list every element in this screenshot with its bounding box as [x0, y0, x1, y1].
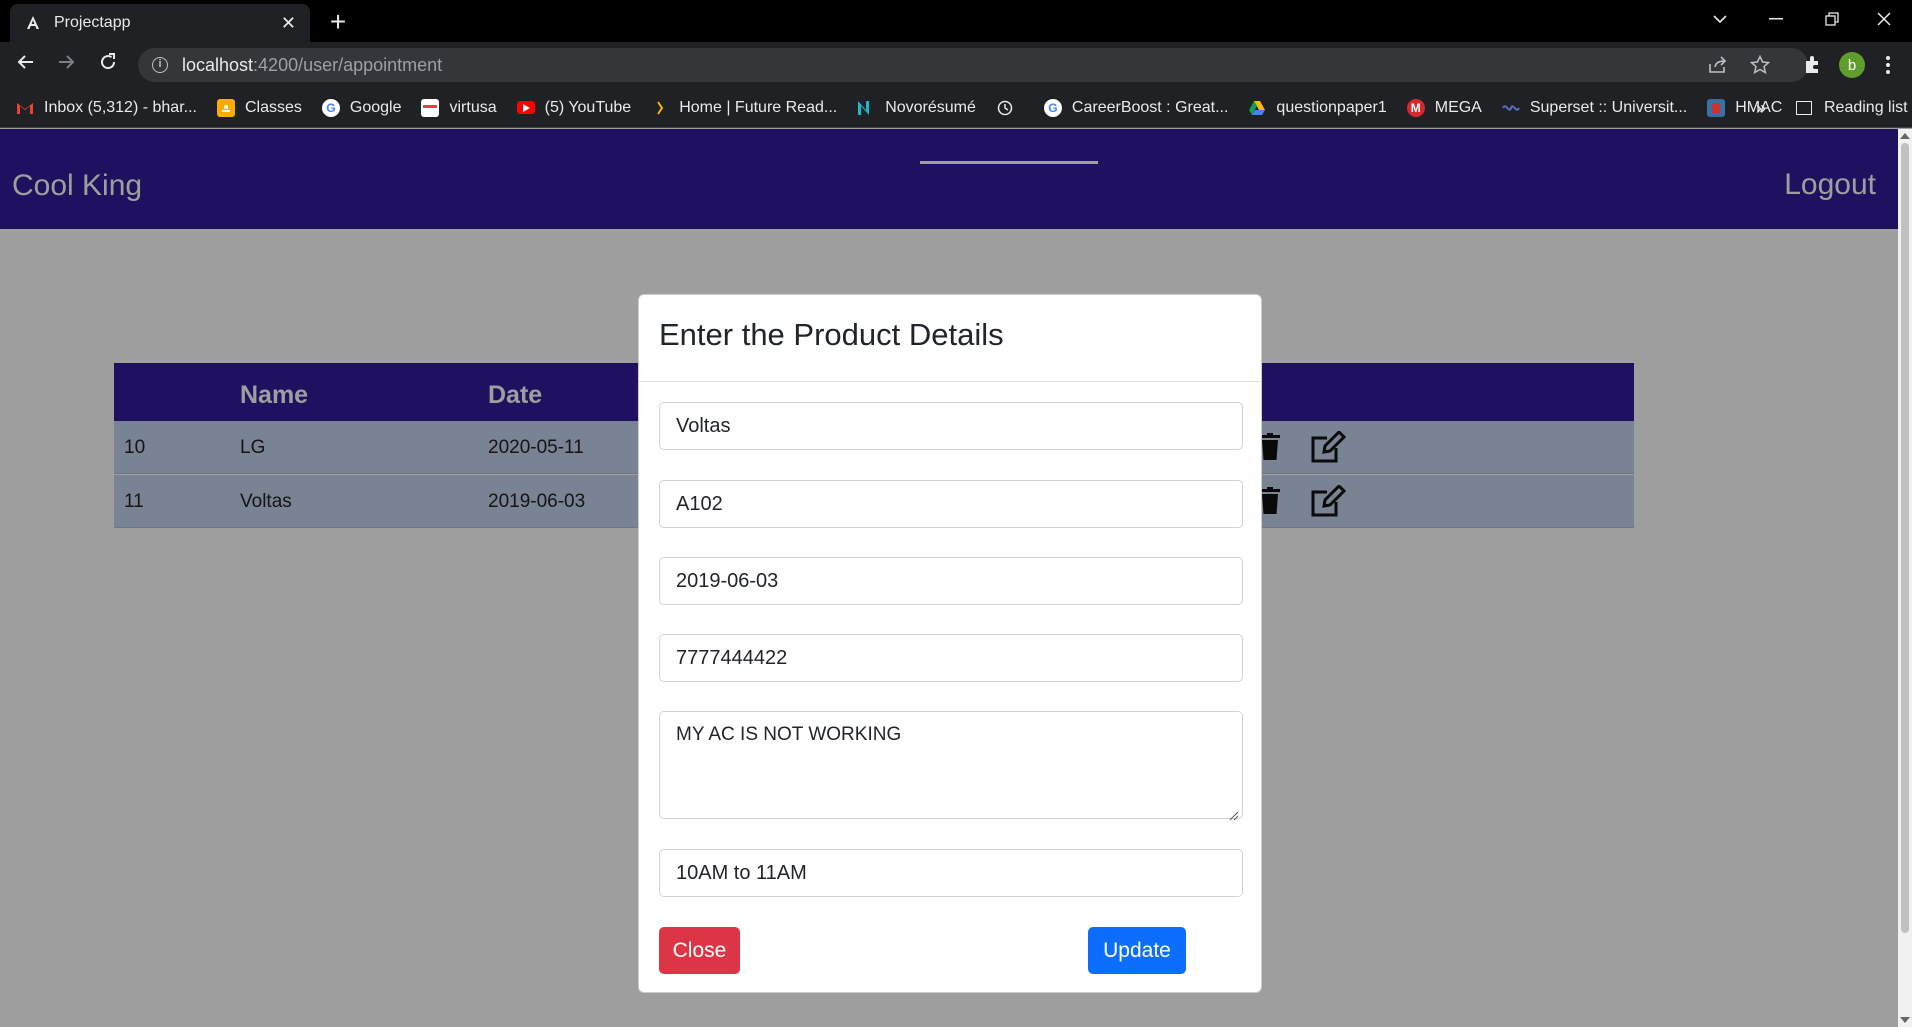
bookmark-future-ready[interactable]: Home | Future Read...	[651, 99, 837, 117]
history-icon	[996, 99, 1014, 117]
bookmark-google[interactable]: G Google	[321, 98, 401, 117]
browser-tabstrip: Projectapp ✕ +	[0, 0, 1912, 42]
forward-icon[interactable]	[52, 51, 80, 79]
reload-icon[interactable]	[94, 51, 122, 79]
product-name-input[interactable]: Voltas	[659, 402, 1243, 450]
browser-menu-icon[interactable]	[1878, 51, 1898, 79]
back-icon[interactable]	[12, 51, 40, 79]
youtube-icon	[516, 101, 535, 114]
drive-icon	[1248, 99, 1266, 117]
address-bar[interactable]: i localhost :4200/user/appointment	[138, 48, 1808, 82]
tab-search-icon[interactable]	[1692, 0, 1748, 38]
google-icon: G	[321, 98, 340, 117]
modal-title: Enter the Product Details	[659, 317, 1004, 352]
url-host: localhost	[182, 54, 254, 75]
time-slot-input[interactable]: 10AM to 11AM	[659, 849, 1243, 897]
problem-description-textarea[interactable]: MY AC IS NOT WORKING	[659, 711, 1243, 821]
novoresume-icon	[857, 99, 875, 117]
bookmark-star-icon[interactable]	[1750, 48, 1770, 82]
bookmark-youtube[interactable]: (5) YouTube	[516, 99, 631, 117]
bookmark-questionpaper1[interactable]: questionpaper1	[1248, 99, 1387, 117]
browser-toolbar: i localhost :4200/user/appointment b	[0, 42, 1912, 88]
reading-list[interactable]: Reading list	[1796, 88, 1908, 128]
close-button[interactable]: Close	[659, 927, 740, 974]
bookmark-hmac[interactable]: HMAC	[1707, 98, 1782, 117]
product-details-modal: Enter the Product Details Voltas A102 20…	[638, 294, 1262, 993]
profile-initial: b	[1839, 52, 1865, 78]
tab-close-icon[interactable]: ✕	[281, 13, 296, 34]
scroll-down-icon[interactable]	[1900, 1017, 1910, 1023]
site-info-icon[interactable]: i	[152, 57, 168, 73]
google-icon: G	[1043, 98, 1062, 117]
model-number-input[interactable]: A102	[659, 480, 1243, 528]
modal-header: Enter the Product Details	[639, 295, 1261, 382]
bookmark-superset[interactable]: Superset :: Universit...	[1501, 99, 1687, 117]
new-tab-icon[interactable]: +	[324, 8, 352, 36]
browser-tab[interactable]: Projectapp ✕	[10, 4, 310, 42]
minimize-icon[interactable]	[1748, 0, 1804, 38]
bookmark-novoresume[interactable]: Novorésumé	[857, 99, 976, 117]
bookmark-virtusa[interactable]: virtusa	[421, 98, 497, 117]
problem-description-text: MY AC IS NOT WORKING	[676, 724, 902, 745]
hmac-icon	[1707, 98, 1726, 117]
close-window-icon[interactable]	[1856, 0, 1912, 38]
restore-icon[interactable]	[1804, 0, 1860, 38]
gmail-icon	[16, 99, 34, 117]
scrollbar-thumb[interactable]	[1901, 143, 1909, 933]
reading-list-icon	[1796, 101, 1812, 115]
classroom-icon	[216, 98, 235, 117]
more-bookmarks-icon[interactable]: »	[1756, 88, 1766, 128]
tab-title: Projectapp	[54, 14, 131, 31]
profile-avatar[interactable]: b	[1838, 51, 1866, 79]
mega-icon: M	[1406, 98, 1425, 117]
future-ready-icon	[651, 99, 669, 117]
virtusa-icon	[421, 98, 440, 117]
url-path: :4200/user/appointment	[253, 54, 443, 75]
superset-icon	[1501, 99, 1520, 117]
bookmarks-bar: Inbox (5,312) - bhar... Classes G Google…	[0, 88, 1912, 128]
bookmark-mega[interactable]: M MEGA	[1406, 98, 1482, 117]
page-scrollbar[interactable]	[1898, 129, 1912, 1027]
resize-grip-icon[interactable]	[1229, 805, 1239, 821]
bookmark-gmail[interactable]: Inbox (5,312) - bhar...	[16, 99, 197, 117]
bookmark-careerboost[interactable]: G CareerBoost : Great...	[1043, 98, 1228, 117]
bookmark-classes[interactable]: Classes	[216, 98, 302, 117]
extensions-icon[interactable]	[1798, 51, 1826, 79]
page-content: Cool King Logout Name Date 10 LG 2020-05…	[0, 129, 1898, 1027]
update-button[interactable]: Update	[1088, 927, 1186, 974]
scroll-up-icon[interactable]	[1900, 133, 1910, 139]
bookmark-history[interactable]	[996, 99, 1024, 117]
share-icon[interactable]	[1708, 48, 1728, 82]
contact-number-input[interactable]: 7777444422	[659, 634, 1243, 682]
purchase-date-input[interactable]: 2019-06-03	[659, 557, 1243, 605]
angular-icon	[24, 14, 42, 32]
